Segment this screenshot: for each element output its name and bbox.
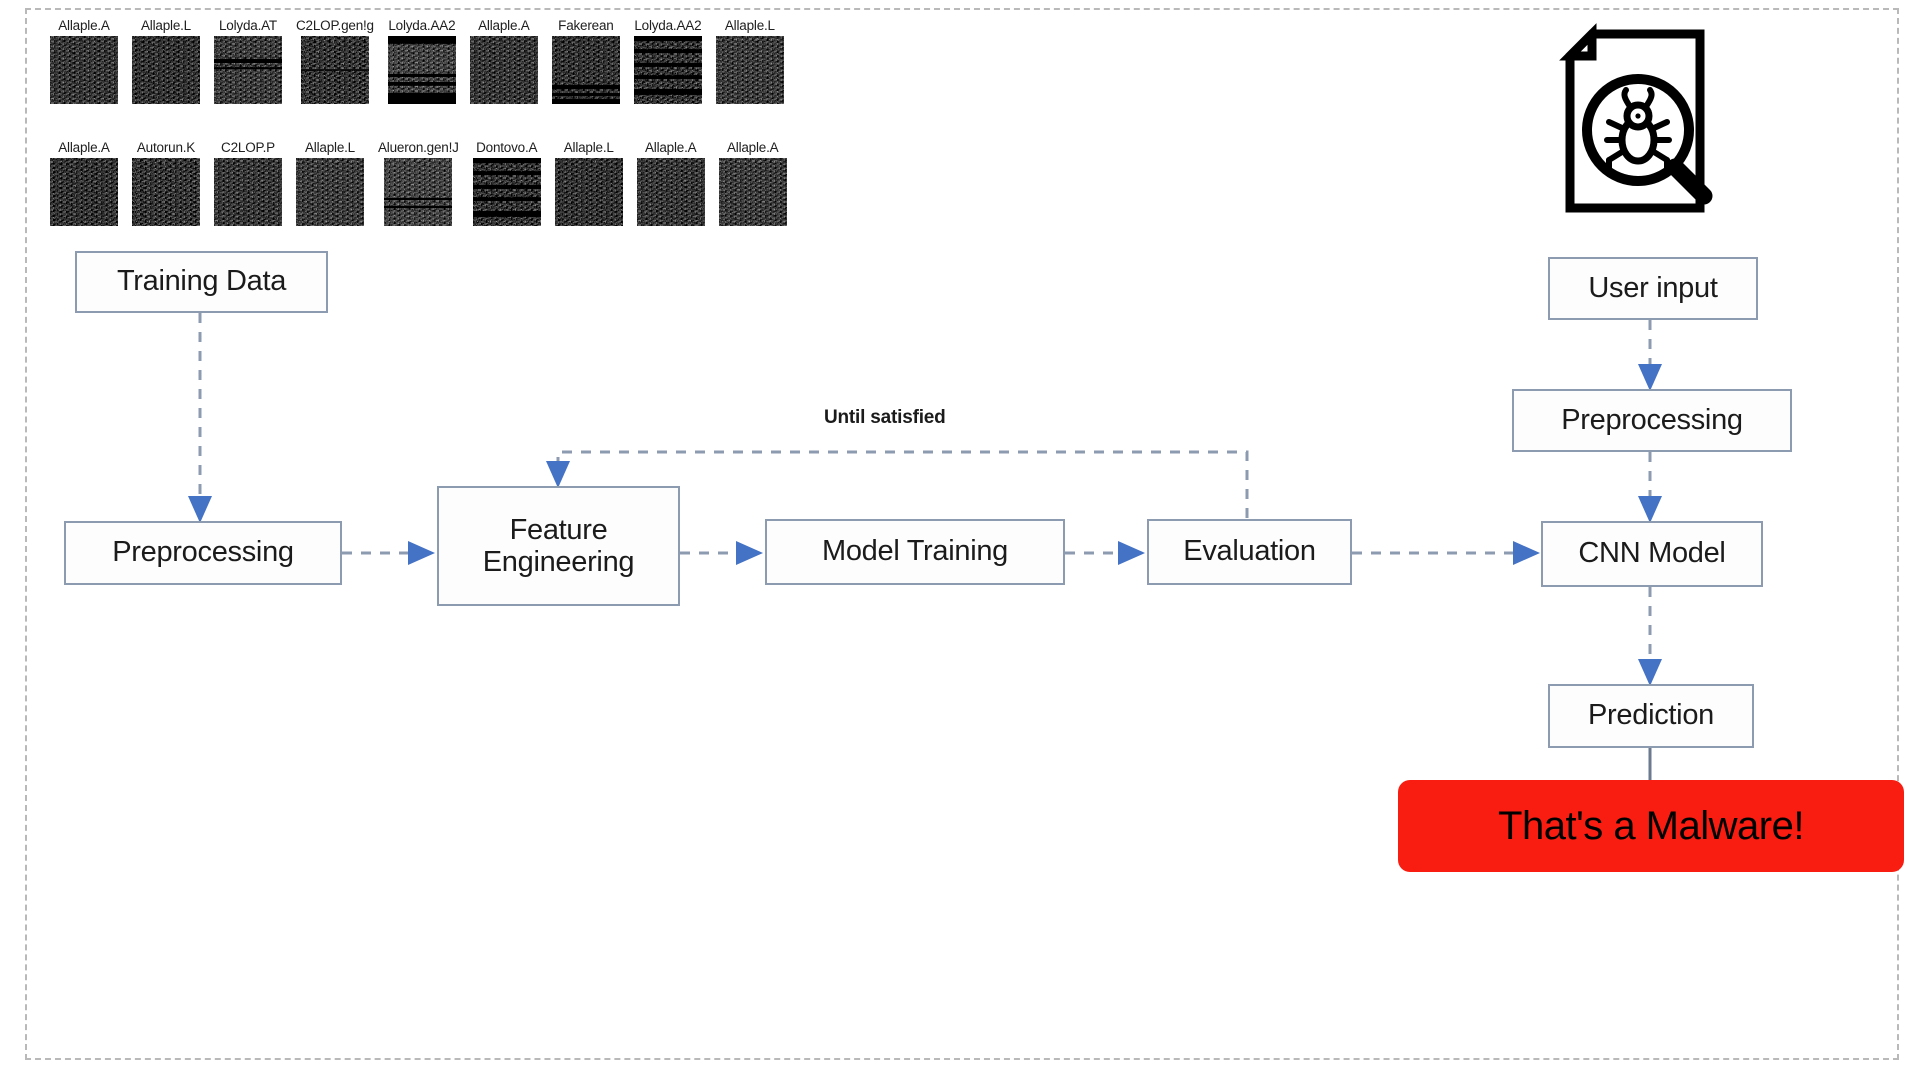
loop-caption-until-satisfied: Until satisfied	[824, 407, 946, 429]
loop-caption-text: Until satisfied	[824, 407, 946, 428]
malware-sample: Lolyda.AT	[214, 18, 282, 104]
malware-sample-label: Allaple.A	[644, 140, 697, 155]
malware-sample: Allaple.L	[715, 18, 784, 104]
node-training-data[interactable]: Training Data	[75, 251, 328, 313]
node-cnn-model-label: CNN Model	[1578, 537, 1726, 570]
malware-sample-image	[132, 36, 200, 104]
diagram-canvas: Allaple.A Allaple.L Lolyda.AT C2LOP.gen!…	[0, 0, 1920, 1080]
malware-sample-label: Lolyda.AT	[219, 18, 277, 33]
malware-sample-image	[469, 36, 538, 104]
malware-sample-label: Allaple.L	[563, 140, 614, 155]
malware-sample: Fakerean	[551, 18, 620, 104]
node-cnn-model[interactable]: CNN Model	[1541, 521, 1763, 587]
malware-sample: Allaple.L	[296, 140, 364, 226]
node-model-training-label: Model Training	[821, 535, 1008, 568]
malware-sample-image	[300, 36, 369, 104]
malware-sample-image	[551, 36, 620, 104]
malware-sample-label: Allaple.L	[305, 140, 355, 155]
node-evaluation[interactable]: Evaluation	[1147, 519, 1352, 585]
node-prediction[interactable]: Prediction	[1548, 684, 1754, 748]
alert-banner-malware[interactable]: That's a Malware!	[1398, 780, 1904, 872]
node-prediction-label: Prediction	[1588, 699, 1714, 732]
malware-sample-label: Lolyda.AA2	[634, 18, 702, 33]
malware-sample: Allaple.A	[636, 140, 705, 226]
node-feature-engineering-label-line1: Feature	[509, 513, 608, 546]
malware-sample: Lolyda.AA2	[387, 18, 456, 104]
malware-sample-label: Allaple.L	[141, 18, 191, 33]
malware-sample-label: C2LOP.gen!g	[296, 18, 374, 33]
malware-sample: Allaple.A	[50, 18, 118, 104]
malware-sample: Dontovo.A	[472, 140, 541, 226]
malware-sample: C2LOP.P	[214, 140, 282, 226]
malware-sample-image	[636, 158, 705, 226]
malware-sample-image	[296, 158, 364, 226]
malware-sample-label: Alueron.gen!J	[378, 140, 459, 155]
malware-sample: Allaple.L	[132, 18, 200, 104]
malware-sample-label: Fakerean	[558, 18, 614, 33]
malware-sample: Allaple.A	[50, 140, 118, 226]
node-preprocessing-inference-label: Preprocessing	[1561, 403, 1743, 436]
node-preprocessing-train-label: Preprocessing	[112, 536, 294, 569]
malware-sample-row-bottom: Allaple.A Autorun.K C2LOP.P Allaple.L Al…	[50, 140, 801, 226]
malware-sample: Allaple.L	[554, 140, 623, 226]
malware-sample-image	[50, 36, 118, 104]
malware-sample-image	[715, 36, 784, 104]
document-bug-scan-icon	[1552, 20, 1732, 220]
malware-sample: C2LOP.gen!g	[296, 18, 374, 104]
malware-sample-label: Dontovo.A	[476, 140, 538, 155]
malware-sample-label: C2LOP.P	[221, 140, 275, 155]
node-feature-engineering-label-line2: Engineering	[482, 546, 635, 578]
malware-sample-label: Allaple.A	[58, 140, 110, 155]
node-user-input-label: User input	[1588, 271, 1718, 304]
malware-sample-image	[214, 158, 282, 226]
malware-sample: Alueron.gen!J	[378, 140, 459, 226]
malware-sample-label: Allaple.A	[478, 18, 530, 33]
malware-sample-image	[214, 36, 282, 104]
malware-sample-image	[633, 36, 702, 104]
node-training-data-label: Training Data	[116, 265, 287, 298]
malware-sample-image	[554, 158, 623, 226]
node-model-training[interactable]: Model Training	[765, 519, 1065, 585]
malware-sample: Lolyda.AA2	[633, 18, 702, 104]
malware-sample: Allaple.A	[718, 140, 787, 226]
node-evaluation-label: Evaluation	[1183, 535, 1316, 568]
malware-sample-image	[132, 158, 200, 226]
malware-sample: Autorun.K	[132, 140, 200, 226]
alert-banner-text: That's a Malware!	[1498, 803, 1804, 848]
malware-sample-image	[387, 36, 456, 104]
malware-sample: Allaple.A	[469, 18, 538, 104]
malware-sample-label: Allaple.A	[726, 140, 779, 155]
node-user-input[interactable]: User input	[1548, 257, 1758, 320]
malware-sample-label: Autorun.K	[136, 140, 196, 155]
malware-sample-label: Lolyda.AA2	[388, 18, 456, 33]
malware-sample-image	[50, 158, 118, 226]
malware-sample-row-top: Allaple.A Allaple.L Lolyda.AT C2LOP.gen!…	[50, 18, 798, 104]
malware-sample-image	[472, 158, 541, 226]
malware-sample-image	[384, 158, 453, 226]
node-preprocessing-inference[interactable]: Preprocessing	[1512, 389, 1792, 452]
malware-sample-label: Allaple.A	[58, 18, 110, 33]
node-feature-engineering[interactable]: Feature Engineering	[437, 486, 680, 606]
node-preprocessing-train[interactable]: Preprocessing	[64, 521, 342, 585]
malware-sample-label: Allaple.L	[724, 18, 775, 33]
malware-sample-image	[718, 158, 787, 226]
